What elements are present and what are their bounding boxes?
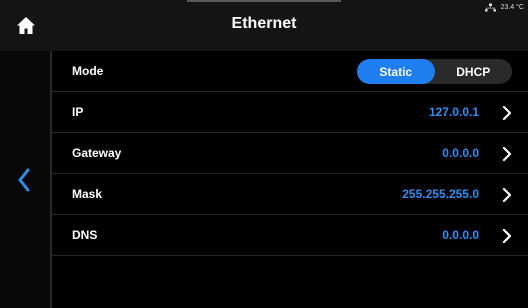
chevron-right-icon (500, 104, 514, 122)
network-status-icon (484, 3, 496, 11)
mask-value: 255.255.255.0 (402, 187, 479, 201)
top-indicator (187, 0, 341, 2)
status-area: 23.4 °C (484, 1, 524, 13)
ethernet-settings-list: Mode Static DHCP IP 127.0.0.1 Gateway 0.… (52, 51, 528, 308)
mask-label: Mask (72, 187, 103, 201)
dns-label: DNS (72, 228, 98, 242)
ip-label: IP (72, 105, 84, 119)
temperature-readout: 23.4 °C (500, 3, 524, 11)
ip-value: 127.0.0.1 (428, 105, 479, 119)
chevron-right-icon (500, 145, 514, 163)
chevron-right-icon (500, 186, 514, 204)
page-title: Ethernet (231, 15, 297, 32)
header-bar: Ethernet 23.4 °C (0, 0, 528, 51)
gateway-value: 0.0.0.0 (442, 146, 479, 160)
left-nav-panel (0, 51, 50, 308)
gateway-label: Gateway (72, 146, 122, 160)
mode-dhcp-option[interactable]: DHCP (435, 59, 513, 84)
mode-toggle[interactable]: Static DHCP (357, 59, 512, 84)
chevron-left-icon (18, 168, 30, 192)
mask-row[interactable]: Mask 255.255.255.0 (52, 174, 528, 215)
gateway-row[interactable]: Gateway 0.0.0.0 (52, 133, 528, 174)
mode-label: Mode (72, 64, 104, 78)
dns-value: 0.0.0.0 (442, 228, 479, 242)
chevron-right-icon (500, 227, 514, 245)
dns-row[interactable]: DNS 0.0.0.0 (52, 215, 528, 256)
back-button[interactable] (10, 165, 38, 195)
mode-row: Mode Static DHCP (52, 51, 528, 92)
ip-row[interactable]: IP 127.0.0.1 (52, 92, 528, 133)
mode-static-option[interactable]: Static (357, 59, 435, 84)
